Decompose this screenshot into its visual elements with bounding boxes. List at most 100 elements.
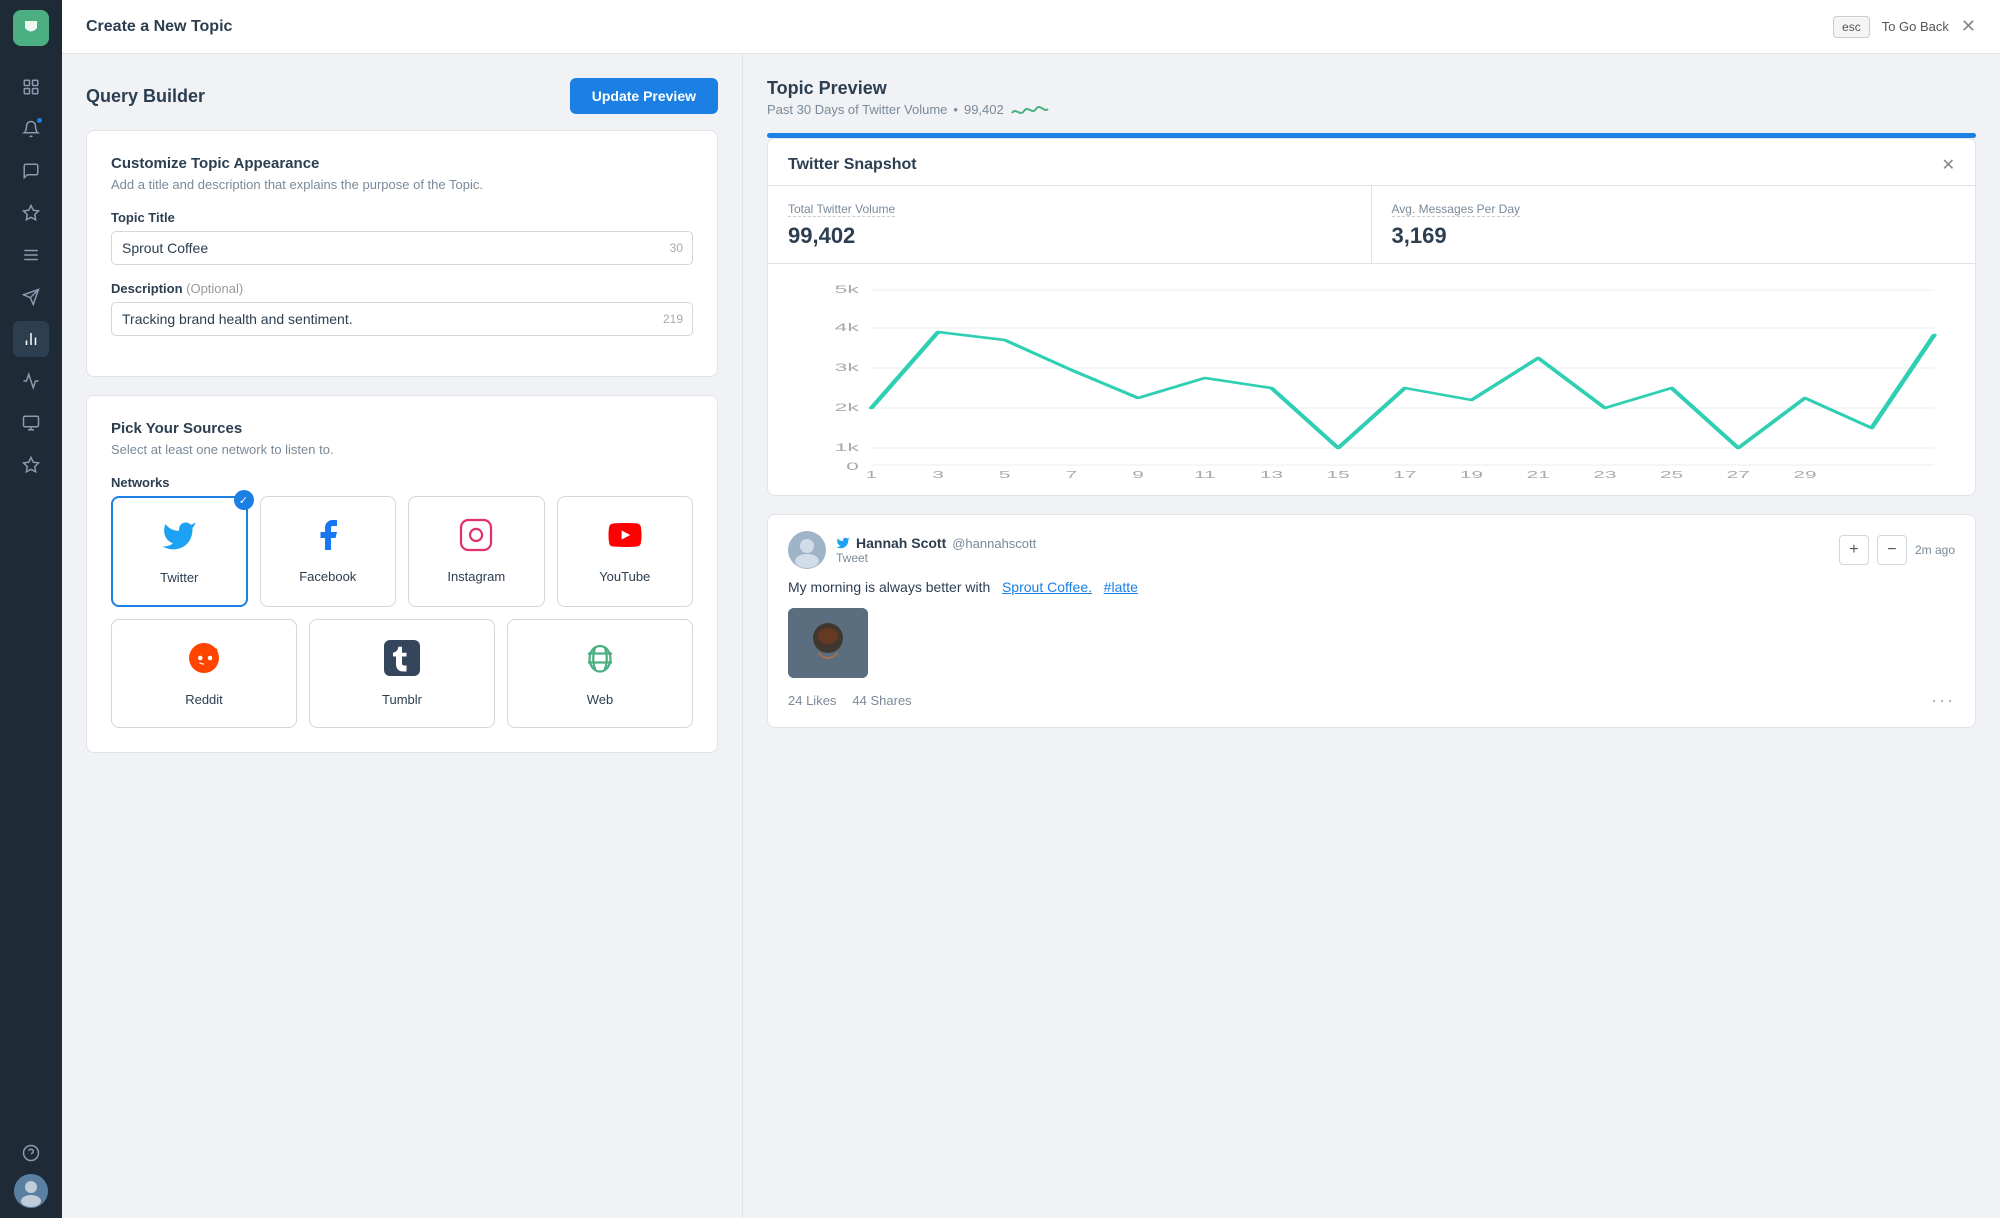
tweet-link[interactable]: Sprout Coffee. [1002, 579, 1092, 595]
topic-preview-title: Topic Preview [767, 78, 1976, 99]
snapshot-stats: Total Twitter Volume 99,402 Avg. Message… [768, 185, 1975, 264]
sidebar-item-messages[interactable] [13, 153, 49, 189]
snapshot-close-button[interactable]: ✕ [1942, 155, 1955, 175]
tweet-image [788, 608, 868, 678]
svg-text:21: 21 [1527, 469, 1550, 480]
right-panel: Topic Preview Past 30 Days of Twitter Vo… [742, 54, 2000, 1218]
tweet-more-button[interactable]: ··· [1931, 690, 1955, 711]
total-volume-box: Total Twitter Volume 99,402 [768, 186, 1372, 263]
web-icon [582, 640, 618, 684]
networks-grid-bottom: Reddit Tumblr Web [111, 619, 693, 728]
svg-text:5: 5 [999, 469, 1011, 480]
svg-text:2k: 2k [835, 401, 860, 413]
tweet-user: Hannah Scott @hannahscott Tweet [788, 531, 1036, 569]
tumblr-icon [384, 640, 420, 684]
tweet-name-area: Hannah Scott @hannahscott Tweet [836, 535, 1036, 565]
tweet-time: 2m ago [1915, 543, 1955, 557]
close-button[interactable]: ✕ [1961, 16, 1976, 37]
tweet-type: Tweet [836, 551, 1036, 565]
topic-title-label: Topic Title [111, 210, 693, 225]
svg-text:9: 9 [1132, 469, 1144, 480]
avg-messages-label: Avg. Messages Per Day [1392, 202, 1521, 217]
sidebar-item-analytics[interactable] [13, 321, 49, 357]
twitter-icon [161, 518, 197, 562]
sidebar-bottom [13, 1132, 49, 1208]
tweet-hashtag[interactable]: #latte [1104, 579, 1138, 595]
appearance-card: Customize Topic Appearance Add a title a… [86, 130, 718, 377]
tweet-footer: 24 Likes 44 Shares ··· [788, 690, 1955, 711]
avg-messages-value: 3,169 [1392, 223, 1956, 249]
user-avatar[interactable] [14, 1174, 48, 1208]
tweet-username: Hannah Scott [856, 535, 946, 551]
tweet-include-button[interactable]: + [1839, 535, 1869, 565]
sidebar-item-notifications[interactable] [13, 111, 49, 147]
svg-text:3k: 3k [835, 361, 860, 373]
tweet-exclude-button[interactable]: − [1877, 535, 1907, 565]
network-twitter[interactable]: ✓ Twitter [111, 496, 248, 607]
svg-text:0: 0 [846, 460, 859, 472]
network-reddit-label: Reddit [185, 692, 223, 707]
network-tumblr[interactable]: Tumblr [309, 619, 495, 728]
network-check-twitter: ✓ [234, 490, 254, 510]
svg-text:7: 7 [1066, 469, 1078, 480]
panels: Query Builder Update Preview Customize T… [62, 54, 2000, 1218]
svg-text:15: 15 [1327, 469, 1350, 480]
sidebar-item-help[interactable] [13, 1135, 49, 1171]
snapshot-card: Twitter Snapshot ✕ Total Twitter Volume … [767, 138, 1976, 496]
network-web-label: Web [587, 692, 614, 707]
total-volume-value: 99,402 [788, 223, 1351, 249]
network-facebook[interactable]: Facebook [260, 496, 397, 607]
network-instagram-label: Instagram [447, 569, 505, 584]
topic-title-char-count: 30 [670, 241, 683, 255]
desc-label: Description (Optional) [111, 281, 693, 296]
sidebar-item-send[interactable] [13, 279, 49, 315]
network-twitter-label: Twitter [160, 570, 198, 585]
header-right: esc To Go Back ✕ [1833, 16, 1976, 38]
topic-preview-sub: Past 30 Days of Twitter Volume • 99,402 [767, 102, 1976, 117]
query-builder-header: Query Builder Update Preview [86, 78, 718, 114]
svg-text:23: 23 [1593, 469, 1616, 480]
main-container: Create a New Topic esc To Go Back ✕ Quer… [62, 0, 2000, 1218]
avg-messages-box: Avg. Messages Per Day 3,169 [1372, 186, 1976, 263]
app-logo[interactable] [13, 10, 49, 46]
sidebar-item-list[interactable] [13, 237, 49, 273]
esc-key: esc [1833, 16, 1870, 38]
page-title: Create a New Topic [86, 18, 232, 36]
network-youtube[interactable]: YouTube [557, 496, 694, 607]
sidebar [0, 0, 62, 1218]
networks-grid: ✓ Twitter Facebook [111, 496, 693, 607]
tweet-header: Hannah Scott @hannahscott Tweet + − 2m a… [788, 531, 1955, 569]
tweet-handle: @hannahscott [952, 536, 1036, 551]
tweet-card: Hannah Scott @hannahscott Tweet + − 2m a… [767, 514, 1976, 728]
sidebar-item-home[interactable] [13, 69, 49, 105]
network-facebook-label: Facebook [299, 569, 356, 584]
svg-text:29: 29 [1793, 469, 1816, 480]
sources-card: Pick Your Sources Select at least one ne… [86, 395, 718, 753]
description-input[interactable] [111, 302, 693, 336]
tweet-actions: + − 2m ago [1839, 535, 1955, 565]
sidebar-item-pin[interactable] [13, 195, 49, 231]
sidebar-item-reports[interactable] [13, 363, 49, 399]
tweet-likes: 24 Likes [788, 693, 836, 708]
svg-text:5k: 5k [835, 283, 860, 295]
facebook-icon [310, 517, 346, 561]
topic-title-input[interactable] [111, 231, 693, 265]
tweet-body: My morning is always better with Sprout … [788, 577, 1955, 598]
top-header: Create a New Topic esc To Go Back ✕ [62, 0, 2000, 54]
network-tumblr-label: Tumblr [382, 692, 422, 707]
svg-text:Dec: Dec [853, 479, 890, 480]
desc-wrapper: 219 [111, 302, 693, 336]
network-reddit[interactable]: Reddit [111, 619, 297, 728]
update-preview-button[interactable]: Update Preview [570, 78, 718, 114]
network-web[interactable]: Web [507, 619, 693, 728]
svg-text:25: 25 [1660, 469, 1683, 480]
network-youtube-label: YouTube [599, 569, 650, 584]
snapshot-header: Twitter Snapshot ✕ [768, 139, 1975, 185]
sidebar-item-star[interactable] [13, 447, 49, 483]
instagram-icon [458, 517, 494, 561]
svg-text:17: 17 [1393, 469, 1416, 480]
snapshot-title: Twitter Snapshot [788, 156, 917, 174]
chart-container: 5k 4k 3k 2k 1k 0 1 Dec 3 5 7 [768, 264, 1975, 495]
network-instagram[interactable]: Instagram [408, 496, 545, 607]
sidebar-item-automation[interactable] [13, 405, 49, 441]
